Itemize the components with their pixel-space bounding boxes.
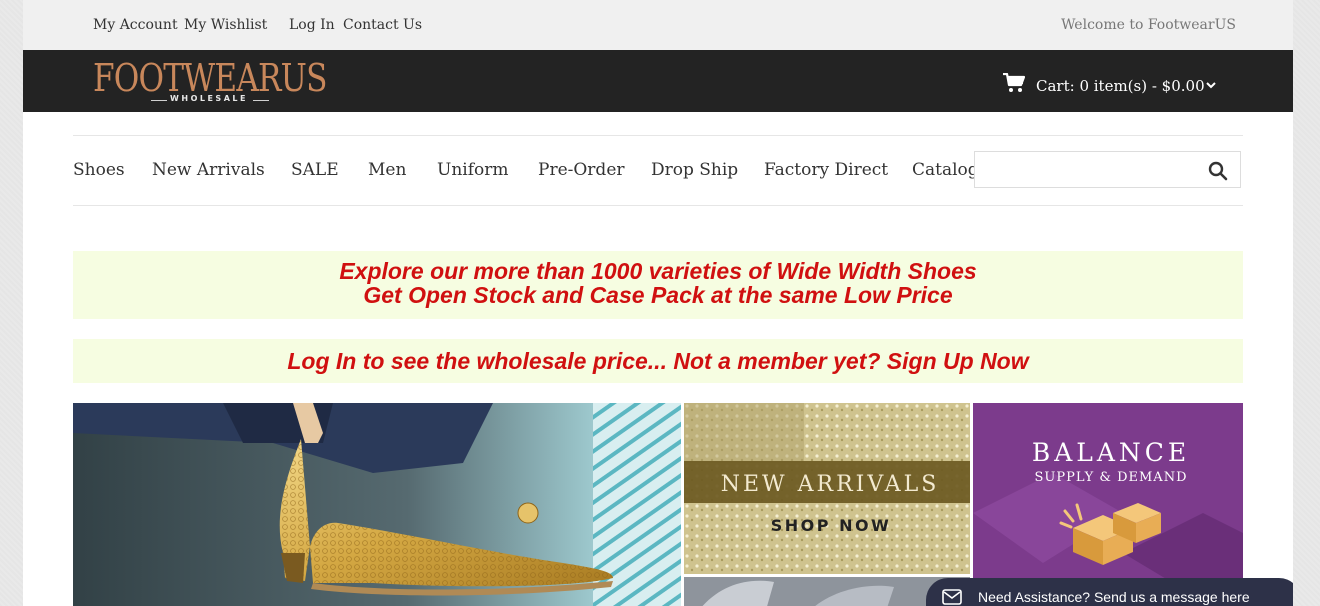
signup-promo-link[interactable]: Log In to see the wholesale price... Not… — [73, 339, 1243, 383]
wide-width-promo: Explore our more than 1000 varieties of … — [73, 251, 1243, 319]
welcome-message: Welcome to FootwearUS — [1061, 17, 1236, 33]
chat-widget[interactable]: Need Assistance? Send us a message here — [926, 578, 1293, 606]
logo-rule-right — [253, 100, 269, 101]
nav-item-drop-ship[interactable]: Drop Ship — [651, 160, 738, 180]
chat-label: Need Assistance? Send us a message here — [978, 589, 1250, 605]
new-arrivals-graphic: NEW ARRIVALS SHOP NOW — [684, 403, 970, 574]
hero-banner-image[interactable] — [73, 403, 681, 606]
shop-now-label: SHOP NOW — [771, 516, 891, 535]
contact-us-link[interactable]: Contact Us — [343, 17, 422, 33]
nav-item-factory-direct[interactable]: Factory Direct — [764, 160, 888, 180]
log-in-link[interactable]: Log In — [289, 17, 335, 33]
balance-title: BALANCE — [1032, 438, 1190, 467]
search-icon[interactable] — [1208, 161, 1228, 181]
nav-item-shoes[interactable]: Shoes — [73, 160, 125, 180]
search-input[interactable] — [981, 158, 1205, 184]
my-account-link[interactable]: My Account — [93, 17, 178, 33]
chevron-down-icon — [1206, 82, 1216, 89]
top-utility-bar: My Account My Wishlist Log In Contact Us… — [23, 0, 1293, 50]
nav-item-new-arrivals[interactable]: New Arrivals — [152, 160, 265, 180]
logo-tagline: WHOLESALE — [170, 94, 248, 103]
nav-item-pre-order[interactable]: Pre-Order — [538, 160, 625, 180]
nav-item-catalog[interactable]: Catalog — [912, 160, 979, 180]
nav-divider-top — [73, 135, 1243, 136]
cart-summary: Cart: 0 item(s) - $0.00 — [1036, 77, 1205, 95]
shopping-cart-icon — [1003, 73, 1025, 92]
gold-shoe-illustration — [73, 403, 681, 606]
nav-divider-bottom — [73, 205, 1243, 206]
nav-item-sale[interactable]: SALE — [291, 160, 339, 180]
balance-subtitle: SUPPLY & DEMAND — [1035, 470, 1188, 485]
promo-line-2: Get Open Stock and Case Pack at the same… — [363, 282, 953, 308]
site-logo[interactable]: FOOTWEARUS WHOLESALE — [93, 58, 333, 108]
balance-supply-demand-banner[interactable]: BALANCE SUPPLY & DEMAND — [973, 403, 1243, 583]
page: My Account My Wishlist Log In Contact Us… — [23, 0, 1293, 606]
new-arrivals-banner[interactable]: NEW ARRIVALS SHOP NOW — [684, 403, 970, 574]
new-arrivals-title: NEW ARRIVALS — [721, 472, 940, 497]
my-wishlist-link[interactable]: My Wishlist — [184, 17, 267, 33]
promo-line-1: Explore our more than 1000 varieties of … — [339, 258, 977, 284]
logo-wordmark: FOOTWEARUS — [93, 56, 327, 100]
balance-graphic: BALANCE SUPPLY & DEMAND — [973, 403, 1243, 583]
site-header: FOOTWEARUS WHOLESALE Cart: 0 item(s) - $… — [23, 50, 1293, 112]
nav-item-men[interactable]: Men — [368, 160, 406, 180]
search-box — [974, 151, 1241, 188]
envelope-icon — [942, 589, 962, 605]
nav-item-uniform[interactable]: Uniform — [437, 160, 509, 180]
